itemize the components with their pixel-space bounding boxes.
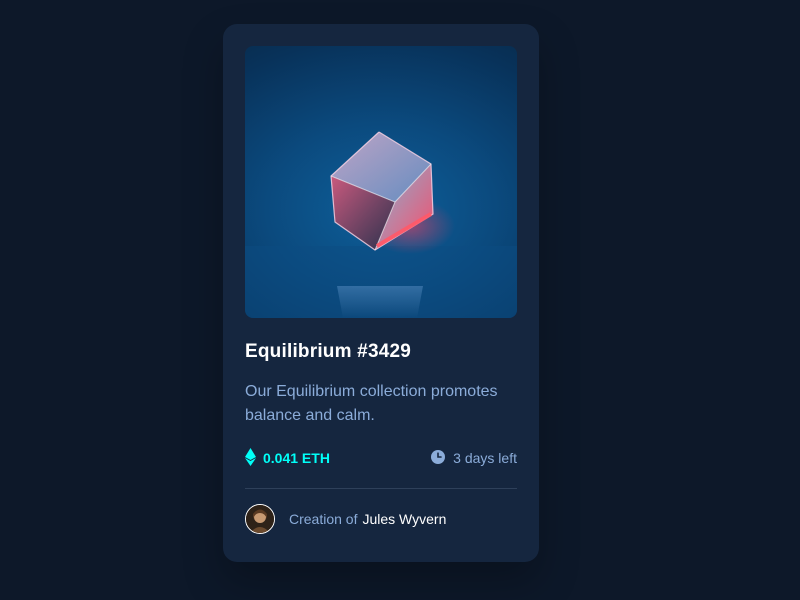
nft-description: Our Equilibrium collection promotes bala… [245, 383, 498, 424]
nft-meta-row: 0.041 ETH 3 days left [245, 447, 517, 469]
crystal-cube-image [245, 131, 517, 318]
creator-avatar [246, 505, 274, 533]
creator-text: Creation of Jules Wyvern [289, 511, 446, 527]
creator-row: Creation of Jules Wyvern [245, 504, 446, 534]
creator-name[interactable]: Jules Wyvern [362, 511, 446, 527]
creation-label: Creation of [289, 511, 358, 527]
avatar [245, 504, 275, 534]
nft-image[interactable] [245, 46, 517, 318]
price: 0.041 ETH [245, 447, 330, 469]
time-left-text: 3 days left [453, 450, 517, 466]
divider [245, 488, 517, 489]
ethereum-icon [245, 447, 256, 469]
time-remaining: 3 days left [431, 449, 517, 467]
price-value: 0.041 ETH [263, 450, 330, 466]
nft-card: Equilibrium #3429 Our Equilibrium collec… [223, 24, 539, 562]
nft-title[interactable]: Equilibrium #3429 [245, 341, 411, 363]
clock-icon [431, 449, 446, 467]
